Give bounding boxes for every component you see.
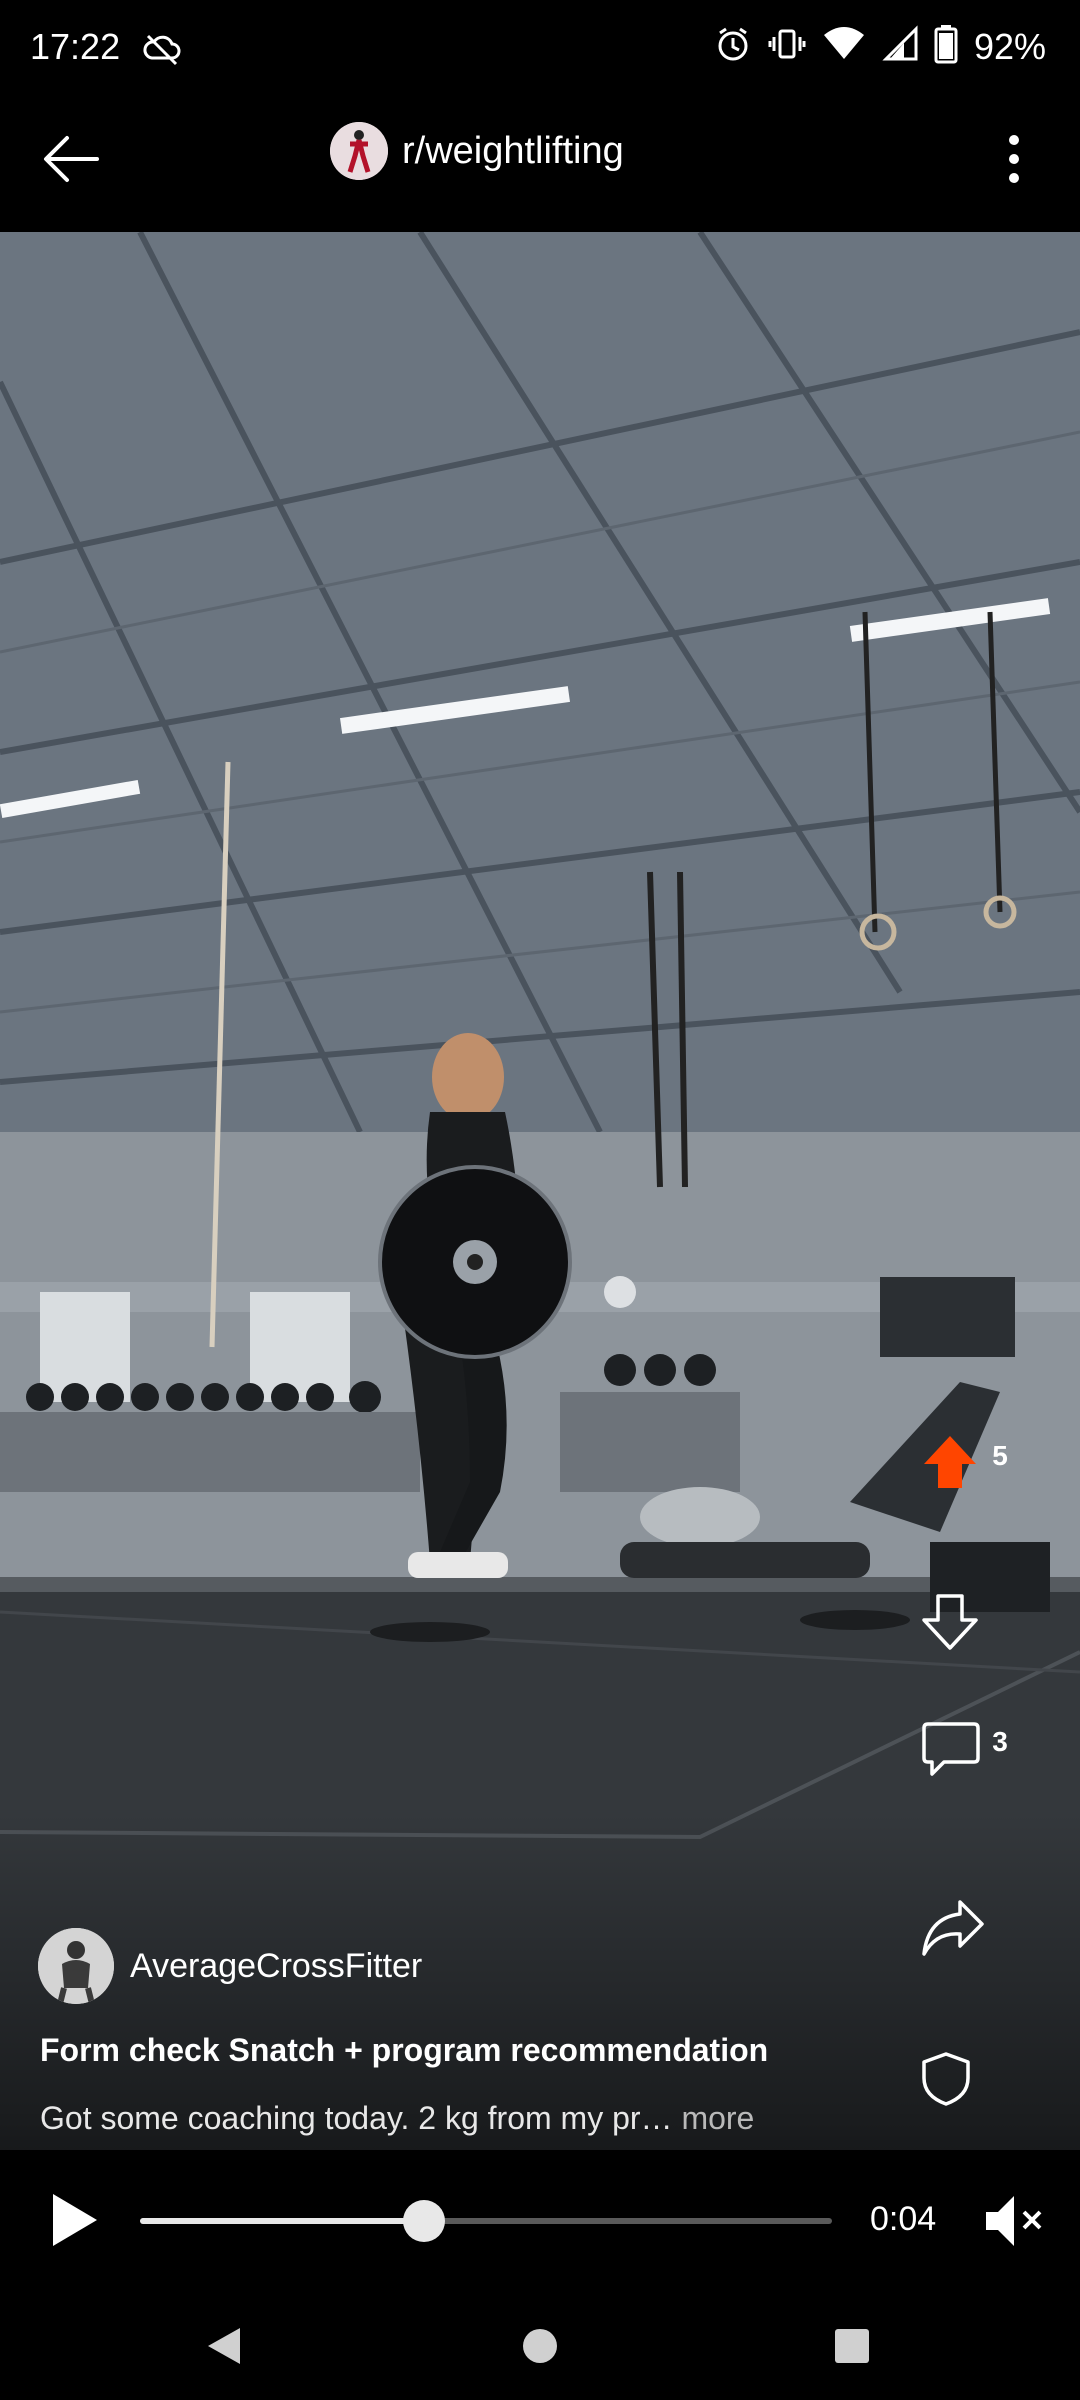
battery-icon: [934, 24, 958, 69]
comment-count: 3: [992, 1726, 1008, 1757]
subreddit-name[interactable]: r/weightlifting: [402, 130, 624, 173]
author-name[interactable]: AverageCrossFitter: [130, 1947, 422, 1986]
status-bar: 17:22 92%: [0, 0, 1080, 104]
subreddit-avatar[interactable]: [330, 122, 388, 180]
play-icon: [53, 2194, 97, 2246]
alarm-icon: [714, 25, 752, 68]
comment-button[interactable]: 3: [920, 1718, 1080, 1776]
nav-home-icon: [523, 2329, 557, 2363]
nav-recents-icon: [835, 2329, 869, 2363]
mute-button[interactable]: [978, 2186, 1048, 2256]
battery-percent: 92%: [973, 25, 1046, 67]
nav-recents-button[interactable]: [824, 2318, 880, 2374]
back-arrow-icon: [44, 136, 99, 182]
top-app-bar: r/weightlifting: [0, 104, 1080, 232]
gym-scene: [0, 232, 1080, 2150]
upvote-button[interactable]: 5: [920, 1432, 1080, 1488]
post-title[interactable]: Form check Snatch + program recommendati…: [40, 2032, 768, 2069]
share-icon: [922, 1900, 984, 1956]
downvote-icon: [922, 1594, 978, 1650]
upvote-icon: [924, 1436, 976, 1488]
author-avatar[interactable]: [38, 1928, 114, 2004]
author-row[interactable]: AverageCrossFitter: [38, 1928, 422, 2004]
play-button[interactable]: [40, 2185, 110, 2255]
seek-bar-progress: [140, 2218, 424, 2224]
cloud-off-icon: [142, 30, 182, 75]
vibrate-icon: [768, 25, 806, 68]
status-icons: 92%: [714, 24, 1046, 69]
mute-icon: [986, 2196, 1042, 2246]
comment-icon: [922, 1722, 980, 1776]
more-options-button[interactable]: [984, 124, 1044, 194]
post-body-preview[interactable]: Got some coaching today. 2 kg from my pr…: [40, 2100, 754, 2137]
signal-icon: [882, 25, 918, 68]
seek-bar[interactable]: [140, 2200, 832, 2242]
video-player[interactable]: 5 3: [0, 232, 1080, 2150]
shield-icon: [922, 2052, 970, 2106]
seek-bar-thumb[interactable]: [402, 2200, 445, 2242]
nav-home-button[interactable]: [512, 2318, 568, 2374]
nav-back-button[interactable]: [196, 2318, 252, 2374]
more-link[interactable]: more: [681, 2100, 754, 2136]
current-time: 0:04: [870, 2200, 937, 2238]
system-nav-bar: [0, 2290, 1080, 2400]
more-vertical-icon: [1009, 135, 1019, 183]
video-controls: 0:04: [0, 2150, 1080, 2290]
status-time: 17:22: [30, 26, 121, 67]
back-button[interactable]: [36, 124, 106, 194]
wifi-icon: [822, 25, 866, 68]
post-body-text: Got some coaching today. 2 kg from my pr…: [40, 2100, 673, 2136]
nav-back-icon: [208, 2328, 240, 2364]
upvote-count: 5: [992, 1440, 1008, 1471]
